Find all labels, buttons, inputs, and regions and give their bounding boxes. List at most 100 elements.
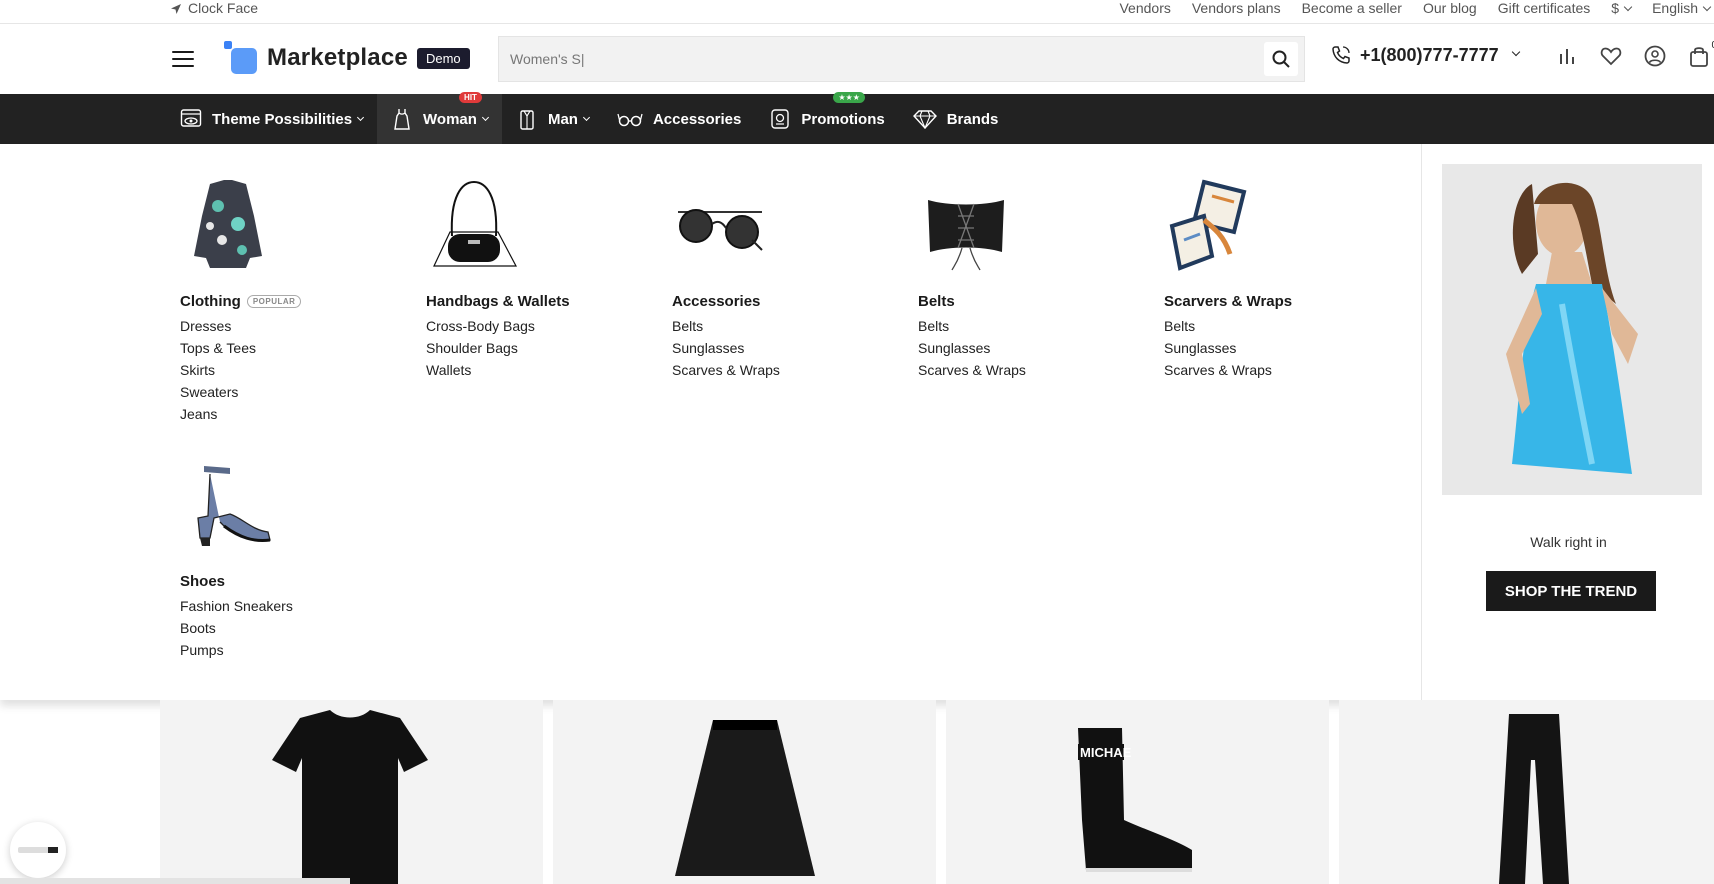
menu-link-scarves-wraps[interactable]: Scarves & Wraps: [672, 359, 912, 381]
promo-panel: Walk right in SHOP THE TREND: [1421, 144, 1714, 700]
bottom-scroll-bar[interactable]: [0, 878, 350, 884]
model-figure-image: [1442, 164, 1702, 495]
nav-man[interactable]: Man: [502, 94, 603, 144]
trousers-image: [1499, 714, 1569, 884]
chat-widget-button[interactable]: [10, 822, 66, 878]
wishlist-button[interactable]: [1599, 44, 1623, 68]
product-card[interactable]: [1339, 700, 1714, 884]
menu-link-skirts[interactable]: Skirts: [180, 359, 420, 381]
site-logo[interactable]: Marketplace Demo: [224, 41, 470, 75]
top-utility-bar: Clock Face Vendors Vendors plans Become …: [0, 0, 1714, 24]
menu-link-wallets[interactable]: Wallets: [426, 359, 666, 381]
logo-text: Marketplace: [267, 44, 408, 71]
product-card[interactable]: [160, 700, 543, 884]
menu-link-pumps[interactable]: Pumps: [180, 639, 420, 661]
cart-button[interactable]: 0: [1687, 40, 1714, 68]
menu-link-sunglasses[interactable]: Sunglasses: [1164, 337, 1404, 359]
nav-label: Woman: [423, 110, 477, 128]
menu-link-cross-body-bags[interactable]: Cross-Body Bags: [426, 315, 666, 337]
logo-mark-icon: [224, 41, 258, 75]
scarf-thumbnail[interactable]: [1164, 176, 1260, 276]
link-become-seller[interactable]: Become a seller: [1302, 0, 1402, 17]
link-vendors[interactable]: Vendors: [1119, 0, 1170, 17]
diamond-icon: [912, 110, 937, 129]
column-title[interactable]: Belts: [918, 293, 955, 310]
location-label: Clock Face: [188, 0, 259, 16]
bar-chart-icon: [1560, 49, 1574, 64]
account-button[interactable]: [1643, 44, 1667, 68]
column-title[interactable]: Scarvers & Wraps: [1164, 293, 1292, 310]
mega-column-clothing: Clothing POPULAR Dresses Tops & Tees Ski…: [180, 176, 420, 425]
currency-label: $: [1611, 0, 1620, 16]
menu-link-scarves-wraps[interactable]: Scarves & Wraps: [1164, 359, 1404, 381]
search-input[interactable]: [499, 37, 1259, 81]
category-nav: Theme Possibilities Woman HIT Man Access…: [0, 92, 1714, 144]
column-title[interactable]: Shoes: [180, 573, 225, 590]
handbag-thumbnail[interactable]: [426, 176, 522, 276]
promo-image[interactable]: [1442, 164, 1702, 495]
menu-link-scarves-wraps[interactable]: Scarves & Wraps: [918, 359, 1158, 381]
promo-text: Walk right in: [1530, 534, 1607, 550]
nav-woman[interactable]: Woman HIT: [377, 92, 502, 144]
sunglasses-thumbnail[interactable]: [672, 176, 768, 276]
tshirt-image: [272, 710, 428, 884]
chevron-down-icon: [1702, 2, 1712, 12]
menu-link-sunglasses[interactable]: Sunglasses: [918, 337, 1158, 359]
shopping-bag-icon: [1690, 47, 1708, 67]
menu-link-boots[interactable]: Boots: [180, 617, 420, 639]
clothing-thumbnail[interactable]: [180, 176, 276, 276]
compare-button[interactable]: [1555, 44, 1579, 68]
nav-label: Accessories: [652, 110, 742, 128]
skirt-image: [675, 720, 815, 876]
nav-theme-possibilities[interactable]: Theme Possibilities: [166, 94, 377, 144]
nav-label: Man: [547, 110, 578, 128]
menu-link-fashion-sneakers[interactable]: Fashion Sneakers: [180, 595, 420, 617]
menu-burger-icon[interactable]: [172, 51, 194, 67]
mega-column-handbags: Handbags & Wallets Cross-Body Bags Shoul…: [426, 176, 666, 381]
language-selector[interactable]: English: [1652, 0, 1712, 17]
mega-column-accessories: Accessories Belts Sunglasses Scarves & W…: [672, 176, 912, 381]
menu-link-tops-tees[interactable]: Tops & Tees: [180, 337, 420, 359]
widget-logo-icon: [18, 847, 58, 853]
menu-link-belts[interactable]: Belts: [1164, 315, 1404, 337]
location-selector[interactable]: Clock Face: [170, 0, 258, 17]
column-title[interactable]: Handbags & Wallets: [426, 293, 570, 310]
nav-brands[interactable]: Brands: [899, 94, 1013, 144]
menu-link-belts[interactable]: Belts: [918, 315, 1158, 337]
heart-icon: [1600, 47, 1622, 66]
column-title[interactable]: Clothing: [180, 293, 241, 310]
product-grid: MICHAE: [160, 700, 1714, 884]
search-bar: [498, 36, 1305, 82]
menu-link-sunglasses[interactable]: Sunglasses: [672, 337, 912, 359]
nav-accessories[interactable]: Accessories: [603, 94, 755, 144]
stars-badge: ★★★: [833, 92, 865, 103]
search-icon: [1272, 50, 1290, 68]
search-button[interactable]: [1264, 42, 1298, 76]
link-gift-certificates[interactable]: Gift certificates: [1498, 0, 1591, 17]
product-card[interactable]: [553, 700, 936, 884]
link-vendors-plans[interactable]: Vendors plans: [1192, 0, 1281, 17]
phone-selector[interactable]: +1(800)777-7777: [1330, 44, 1520, 66]
chevron-down-icon: [481, 113, 489, 121]
shop-the-trend-button[interactable]: SHOP THE TREND: [1486, 571, 1656, 611]
column-title[interactable]: Accessories: [672, 293, 760, 310]
corset-belt-thumbnail[interactable]: [918, 176, 1014, 276]
menu-link-shoulder-bags[interactable]: Shoulder Bags: [426, 337, 666, 359]
main-header: Marketplace Demo +1(800)777-7777 0: [0, 24, 1714, 94]
link-our-blog[interactable]: Our blog: [1423, 0, 1477, 17]
menu-link-dresses[interactable]: Dresses: [180, 315, 420, 337]
popular-badge: POPULAR: [246, 295, 302, 308]
woman-mega-menu: Clothing POPULAR Dresses Tops & Tees Ski…: [0, 144, 1714, 700]
boot-image: MICHAE: [1078, 728, 1192, 872]
menu-link-sweaters[interactable]: Sweaters: [180, 381, 420, 403]
location-arrow-icon: [171, 3, 181, 14]
glasses-icon: [617, 113, 643, 127]
phone-number: +1(800)777-7777: [1360, 44, 1499, 65]
currency-selector[interactable]: $: [1611, 0, 1633, 17]
menu-link-jeans[interactable]: Jeans: [180, 403, 420, 425]
svg-text:MICHAE: MICHAE: [1080, 745, 1132, 760]
nav-promotions[interactable]: Promotions ★★★: [755, 92, 898, 144]
menu-link-belts[interactable]: Belts: [672, 315, 912, 337]
heel-shoe-thumbnail[interactable]: [180, 456, 276, 556]
product-card[interactable]: MICHAE: [946, 700, 1329, 884]
